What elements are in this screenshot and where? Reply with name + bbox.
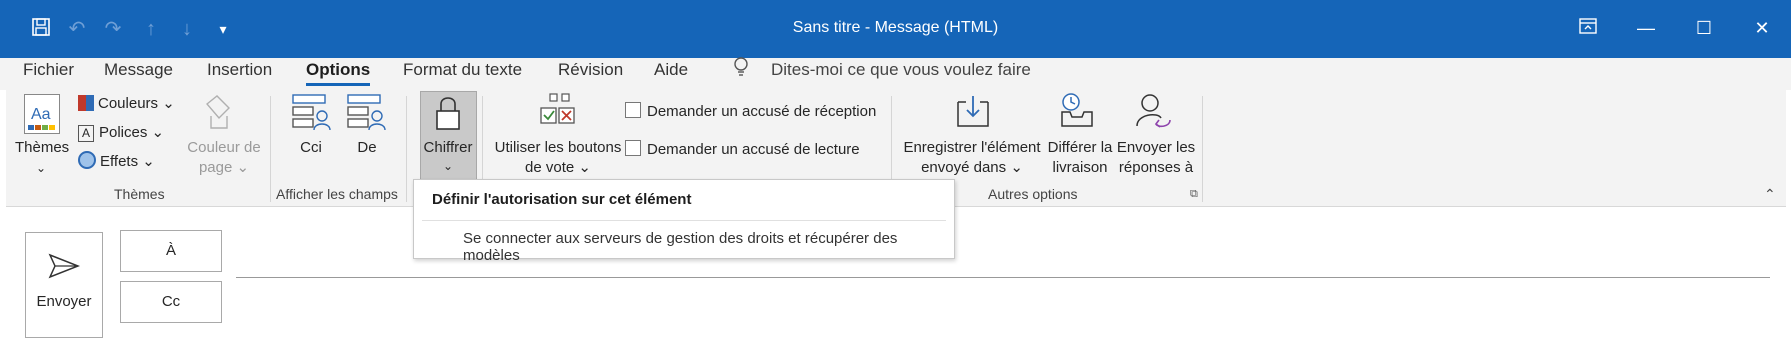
menu-item-connect-rights-servers[interactable]: Se connecter aux serveurs de gestion des… (463, 230, 954, 264)
tab-aide[interactable]: Aide (654, 60, 688, 80)
minimize-button[interactable]: — (1626, 12, 1666, 44)
menu-header: Définir l'autorisation sur cet élément (432, 191, 692, 208)
checkbox-box[interactable] (625, 140, 641, 156)
chevron-down-icon[interactable]: ⌄ (420, 156, 476, 176)
group-label-more-options: Autres options (988, 186, 1078, 202)
direct-replies-line1[interactable]: Envoyer les (1116, 138, 1196, 158)
send-icon (48, 253, 81, 283)
svg-text:Aa: Aa (31, 106, 51, 123)
colors-icon (78, 95, 94, 111)
effects-icon (78, 151, 96, 169)
chevron-down-icon: ⌄ (158, 95, 175, 112)
effects-label: Effets (100, 153, 139, 170)
group-separator (406, 96, 407, 202)
save-sent-item-icon[interactable] (954, 94, 992, 134)
chevron-down-icon: ⌄ (138, 153, 155, 170)
from-icon[interactable] (346, 92, 386, 140)
read-receipt-label: Demander un accusé de lecture (647, 141, 860, 158)
voting-buttons-label-line1[interactable]: Utiliser les boutons (488, 138, 628, 158)
chevron-down-icon: ⌄ (1006, 159, 1023, 176)
themes-icon[interactable]: Aa (24, 94, 60, 134)
to-button[interactable]: À (120, 230, 222, 272)
group-separator (270, 96, 271, 202)
fonts-label: Polices (99, 124, 148, 141)
close-button[interactable]: ✕ (1742, 12, 1782, 44)
chevron-down-icon: ⌄ (232, 159, 250, 176)
encrypt-label: Chiffrer (423, 139, 473, 156)
lock-icon (434, 95, 462, 137)
tab-fichier[interactable]: Fichier (23, 60, 74, 80)
page-color-label: page (198, 159, 233, 176)
colors-label: Couleurs (98, 95, 159, 112)
voting-buttons-dropdown[interactable]: de vote ⌄ (488, 158, 628, 178)
tell-me-search[interactable]: Dites-moi ce que vous voulez faire (771, 60, 1031, 80)
ribbon-display-options-icon[interactable] (1568, 12, 1608, 44)
themes-button[interactable]: Thèmes (15, 138, 69, 158)
read-receipt-checkbox[interactable]: Demander un accusé de lecture (625, 140, 860, 158)
to-input[interactable] (236, 277, 1770, 278)
effects-button[interactable]: Effets ⌄ (78, 151, 155, 170)
direct-replies-line2[interactable]: réponses à (1116, 158, 1196, 178)
tab-format-du-texte[interactable]: Format du texte (403, 60, 522, 80)
page-color-button: page ⌄ (184, 158, 264, 178)
delay-delivery-line1[interactable]: Différer la (1046, 138, 1114, 158)
tab-insertion[interactable]: Insertion (207, 60, 272, 80)
send-button[interactable]: Envoyer (25, 232, 103, 338)
colors-button[interactable]: Couleurs ⌄ (78, 94, 175, 112)
save-sent-item-line2: envoyé dans (921, 159, 1007, 176)
maximize-button[interactable]: ☐ (1684, 12, 1724, 44)
encrypt-dropdown-menu: Définir l'autorisation sur cet élément S… (413, 179, 955, 264)
voting-buttons-label-line2: de vote (525, 159, 575, 176)
tab-options[interactable]: Options (306, 60, 371, 86)
from-button[interactable]: De (342, 138, 392, 158)
bcc-icon[interactable] (291, 92, 331, 140)
menu-divider (422, 220, 946, 221)
page-color-button-line1: Couleur de (187, 139, 261, 156)
chevron-down-icon: ⌄ (147, 124, 165, 141)
delay-delivery-icon[interactable] (1058, 92, 1098, 134)
delivery-receipt-checkbox[interactable]: Demander un accusé de réception (625, 102, 876, 120)
bcc-button[interactable]: Cci (286, 138, 336, 158)
group-label-fields: Afficher les champs (276, 186, 398, 202)
page-color-icon (201, 94, 235, 134)
direct-replies-icon[interactable] (1134, 92, 1174, 136)
checkbox-box[interactable] (625, 102, 641, 118)
save-sent-item-line1[interactable]: Enregistrer l'élément (899, 138, 1045, 158)
voting-buttons-icon[interactable] (538, 92, 578, 136)
save-sent-item-dropdown[interactable]: envoyé dans ⌄ (899, 158, 1045, 178)
title-bar: ↶ ↷ ↑ ↓ ▾ Sans titre - Message (HTML) — … (0, 0, 1791, 58)
delay-delivery-line2[interactable]: livraison (1046, 158, 1114, 178)
tab-message[interactable]: Message (104, 60, 173, 80)
group-separator (1202, 96, 1203, 202)
fonts-button[interactable]: A Polices ⌄ (78, 123, 164, 142)
collapse-ribbon-icon[interactable]: ⌃ (1764, 186, 1776, 203)
delivery-receipt-label: Demander un accusé de réception (647, 103, 877, 120)
chevron-down-icon: ⌄ (574, 159, 591, 176)
window-title: Sans titre - Message (HTML) (792, 19, 999, 36)
fonts-icon: A (78, 125, 94, 142)
group-label-themes: Thèmes (114, 186, 165, 202)
lightbulb-icon (733, 57, 749, 85)
chevron-down-icon[interactable]: ⌄ (15, 158, 67, 178)
dialog-launcher-icon[interactable]: ⧉ (1190, 188, 1198, 201)
cc-button[interactable]: Cc (120, 281, 222, 323)
tab-revision[interactable]: Révision (558, 60, 623, 80)
send-label: Envoyer (36, 293, 92, 310)
